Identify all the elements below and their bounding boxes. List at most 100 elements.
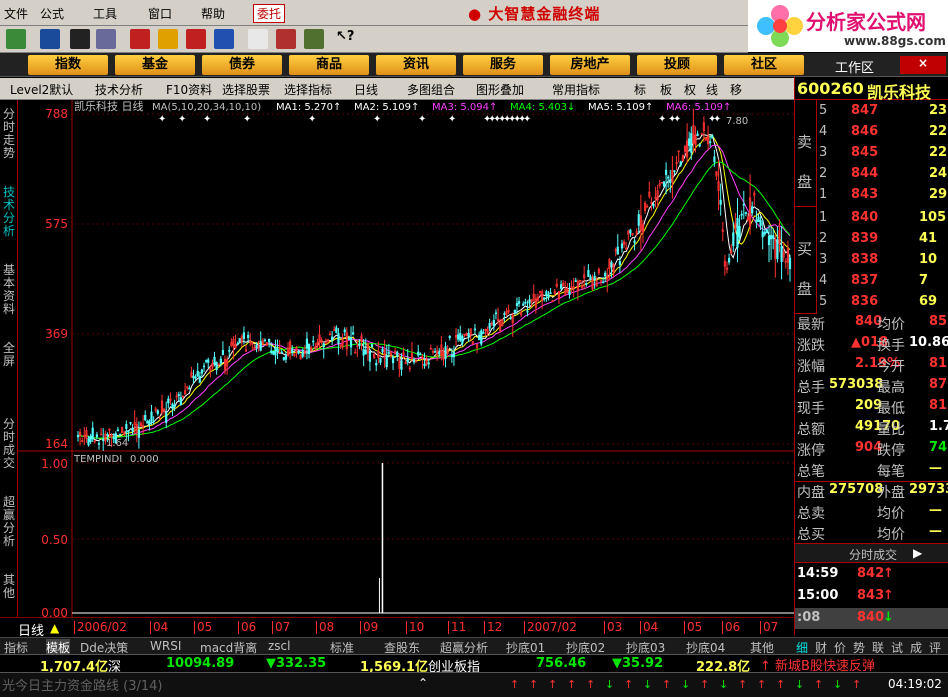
people-icon[interactable] (96, 29, 116, 49)
candle-body (125, 424, 128, 429)
help-cursor-icon[interactable]: ↖? (336, 29, 356, 49)
candle-body (247, 335, 250, 338)
rights-icon[interactable]: 权 (684, 81, 696, 98)
buy-volume: 105 (919, 210, 947, 225)
notepad-icon[interactable] (248, 29, 268, 49)
candle-body (129, 422, 132, 424)
side-fullscreen[interactable]: 全屏 (0, 342, 18, 368)
trades-title[interactable]: 分时成交 (849, 546, 897, 563)
x-tick: 09 (360, 621, 378, 634)
close-icon[interactable]: × (900, 56, 946, 74)
nav-advisor[interactable]: 投顾 (637, 55, 717, 75)
sell-level: 5 (819, 103, 828, 118)
quote-label: 最新 (797, 317, 825, 333)
candle-body (664, 169, 668, 175)
candle-body (97, 443, 101, 445)
trade-direction[interactable]: ↑ (883, 566, 894, 581)
menu-formula[interactable]: 公式 (40, 5, 64, 22)
kline-chart[interactable]: ✦ ✦ ✦ ✦ ✦ ✦ ✦ ✦ ✦✦✦✦✦✦✦✦✦ ✦ ✦✦ ✦✦ 凯乐科技 日线 MA(5,10,2… (18, 100, 794, 617)
candle-body (610, 261, 613, 268)
candle-body (102, 438, 105, 442)
formula-tab[interactable]: zscl (268, 639, 290, 653)
nav-commodity[interactable]: 商品 (289, 55, 369, 75)
candle-body (711, 135, 714, 139)
trade-time[interactable]: 15:00 (797, 588, 838, 603)
candle-body (385, 355, 388, 367)
globe-icon[interactable] (214, 29, 234, 49)
trade-time[interactable]: 14:59 (797, 566, 838, 581)
trade-direction[interactable]: ↓ (883, 610, 894, 625)
arrow-up-icon: ↑ (662, 678, 672, 691)
nav-bond[interactable]: 债券 (202, 55, 282, 75)
board-icon[interactable]: 板 (660, 81, 672, 98)
candle-body (719, 199, 722, 205)
candle-body (270, 350, 273, 353)
nav-community[interactable]: 社区 (724, 55, 804, 75)
candle-body (263, 339, 267, 342)
signal-marker: ✦ (713, 114, 721, 125)
menu-tools[interactable]: 工具 (93, 5, 117, 22)
quote-value2: 74 (929, 440, 948, 455)
side-super-analysis[interactable]: 超赢分析 (0, 496, 18, 548)
side-ticks[interactable]: 分时成交 (0, 418, 18, 470)
candle-body (118, 433, 122, 436)
x-tick: 06 (722, 621, 740, 634)
weituo-button[interactable]: 委托 (253, 4, 286, 23)
quote-icon[interactable] (6, 29, 26, 49)
chart-icon[interactable] (186, 29, 206, 49)
tab-f10[interactable]: F10资料 (166, 81, 212, 98)
x-tick: 10 (406, 621, 424, 634)
calendar-icon[interactable] (276, 29, 296, 49)
period-triangle-icon[interactable]: ▲ (50, 621, 59, 635)
quote-label2: 均价 (877, 527, 905, 543)
alert-icon[interactable] (130, 29, 150, 49)
side-tech-analysis[interactable]: 技术分析 (0, 186, 18, 238)
tab-tech-analysis[interactable]: 技术分析 (95, 81, 143, 98)
side-fundamentals[interactable]: 基本资料 (0, 264, 18, 316)
candle-body (219, 358, 222, 364)
sell-volume: 29 (929, 187, 948, 202)
quote-label2: 量比 (877, 422, 905, 438)
move-icon[interactable]: 移 (730, 81, 742, 98)
tab-select-indicator[interactable]: 选择指标 (284, 81, 332, 98)
formula-tab[interactable]: WRSI (150, 639, 181, 653)
quote-label2: 均价 (877, 317, 905, 333)
workspace-label[interactable]: 工作区 (835, 57, 874, 76)
candle-body (396, 351, 399, 357)
candle-body (780, 246, 783, 262)
menu-window[interactable]: 窗口 (148, 5, 172, 22)
nav-index[interactable]: 指数 (28, 55, 108, 75)
trade-price[interactable]: 843 (857, 588, 884, 603)
nav-news[interactable]: 资讯 (376, 55, 456, 75)
candle-body (198, 375, 201, 383)
mark-icon[interactable]: 标 (634, 81, 646, 98)
candle-body (291, 348, 294, 354)
trade-price[interactable]: 842 (857, 566, 884, 581)
books-icon[interactable] (304, 29, 324, 49)
trade-direction[interactable]: ↑ (883, 588, 894, 603)
side-other[interactable]: 其他 (0, 574, 18, 600)
candle-body (171, 403, 174, 409)
tab-overlay[interactable]: 图形叠加 (476, 81, 524, 98)
candle-body (690, 133, 693, 153)
tab-multi-chart[interactable]: 多图组合 (407, 81, 455, 98)
menu-file[interactable]: 文件 (4, 5, 28, 22)
tab-level2[interactable]: Level2默认 (10, 81, 73, 98)
side-intraday[interactable]: 分时走势 (0, 108, 18, 160)
diamond-icon[interactable] (158, 29, 178, 49)
play-icon[interactable]: ▶ (913, 546, 922, 560)
binoculars-icon[interactable] (70, 29, 90, 49)
trade-price[interactable]: 840 (857, 610, 884, 625)
nav-fund[interactable]: 基金 (115, 55, 195, 75)
ma-value-ma3: MA3: 5.094↑ (432, 102, 497, 113)
line-icon[interactable]: 线 (706, 81, 718, 98)
nav-realestate[interactable]: 房地产 (550, 55, 630, 75)
monitor-icon[interactable] (40, 29, 60, 49)
tab-select-stock[interactable]: 选择股票 (222, 81, 270, 98)
candle-body (494, 312, 498, 315)
menu-help[interactable]: 帮助 (201, 5, 225, 22)
nav-service[interactable]: 服务 (463, 55, 543, 75)
tab-daily[interactable]: 日线 (354, 81, 378, 98)
trade-time[interactable]: :08 (797, 610, 820, 625)
tab-common-indicator[interactable]: 常用指标 (552, 81, 600, 98)
